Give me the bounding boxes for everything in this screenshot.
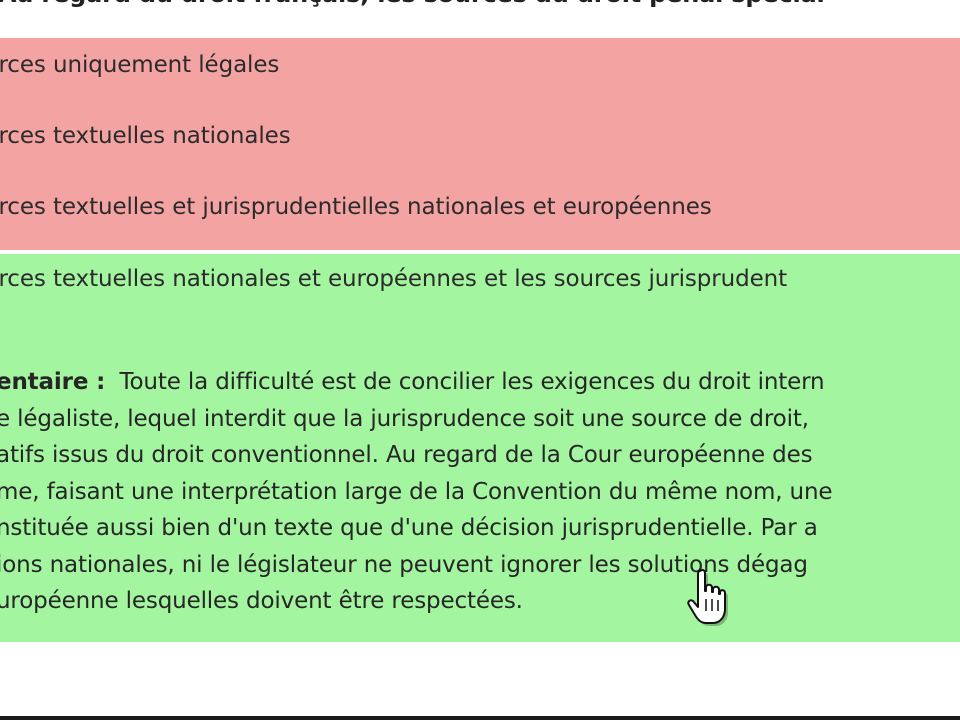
comment-line-3: atifs issus du droit conventionnel. Au r… [0,442,813,468]
answer-choice-3[interactable]: ources textuelles et jurisprudentielles … [0,194,960,220]
comment-line-7: uropéenne lesquelles doivent être respec… [0,588,523,614]
page-bottom-area [0,642,960,716]
answer-choice-4[interactable]: ources textuelles nationales et européen… [0,266,960,292]
comment-line-4: me, faisant une interprétation large de … [0,478,833,505]
comment-line-1: entaire : Toute la difficulté est de con… [0,364,960,401]
answer-choice-4-continuation: es [0,304,960,330]
video-frame-edge [0,716,960,720]
answer-choice-2[interactable]: ources textuelles nationales [0,123,960,149]
question-text: Au regard du droit français, les sources… [0,0,960,8]
comment-line-6: ions nationales, ni le législateur ne pe… [0,551,808,578]
comment-label: entaire : [0,369,106,395]
comment-line-5: nstituée aussi bien d'un texte que d'une… [0,515,818,541]
answer-choice-1[interactable]: ources uniquement légales [0,52,960,78]
answer-comment: entaire : Toute la difficulté est de con… [0,364,960,620]
hand-pointer-icon [687,568,728,626]
comment-line-2: e légaliste, lequel interdit que la juri… [0,405,809,432]
